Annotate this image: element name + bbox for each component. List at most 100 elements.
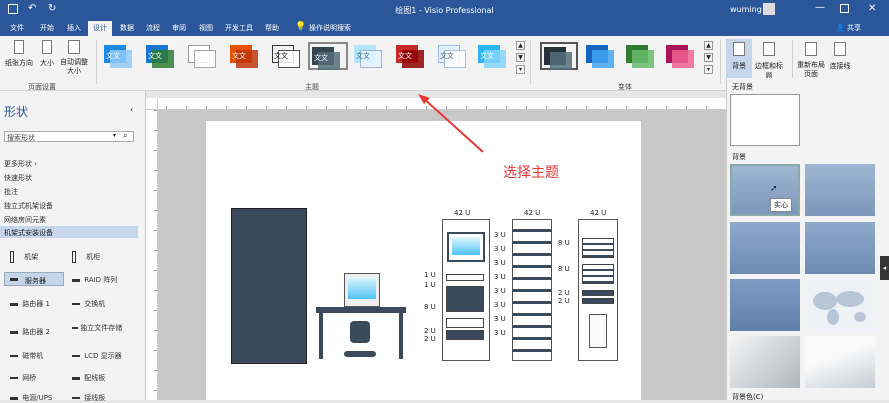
theme-thumb-1[interactable]: 文文 bbox=[102, 42, 134, 70]
shape-patch-panel[interactable]: 配线板 bbox=[72, 373, 105, 383]
search-icon[interactable]: ⌕ bbox=[123, 131, 127, 141]
tab-help[interactable]: 帮助 bbox=[265, 23, 279, 33]
variant-thumb-1[interactable] bbox=[540, 42, 578, 70]
tab-view[interactable]: 视图 bbox=[199, 23, 213, 33]
shape-tape[interactable]: 磁带机 bbox=[10, 351, 43, 361]
user-name[interactable]: wuming bbox=[730, 5, 762, 14]
annotation-text: 选择主题 bbox=[503, 165, 559, 181]
shape-cabinet[interactable]: 机柜 bbox=[72, 251, 100, 263]
theme-scroll-down-icon[interactable]: ▼ bbox=[516, 53, 525, 62]
shape-router1[interactable]: 路由器 1 bbox=[10, 299, 50, 309]
cabinet-shape[interactable] bbox=[231, 208, 307, 364]
close-icon[interactable]: ✕ bbox=[868, 3, 876, 14]
shape-search-input[interactable]: 搜索形状 ▾ ⌕ bbox=[4, 131, 134, 142]
theme-thumb-8[interactable]: 文文 bbox=[394, 42, 426, 70]
shape-raid[interactable]: RAID 阵列 bbox=[72, 275, 117, 285]
rack-2-label-3u-h: 3 U bbox=[494, 329, 506, 337]
tab-home[interactable]: 开始 bbox=[40, 23, 54, 33]
shape-nas[interactable]: 独立文件存储 bbox=[72, 323, 130, 333]
ribbon-tabs: 文件 开始 插入 设计 数据 流程 审阅 视图 开发工具 帮助 💡 操作说明搜索… bbox=[0, 20, 889, 36]
bg-world-map[interactable] bbox=[805, 279, 875, 331]
theme-more-icon[interactable]: ▾ bbox=[516, 65, 525, 74]
theme-thumb-4[interactable]: 文文 bbox=[228, 42, 260, 70]
rack-1-monitor bbox=[447, 232, 485, 262]
category-more-shapes[interactable]: 更多形状 › bbox=[4, 159, 37, 169]
raid-icon bbox=[72, 278, 80, 282]
variant-more-icon[interactable]: ▾ bbox=[704, 65, 713, 74]
bg-gradient-2[interactable] bbox=[805, 164, 875, 216]
tab-file[interactable]: 文件 bbox=[10, 23, 24, 33]
variant-thumb-4[interactable] bbox=[664, 42, 696, 70]
rack-3-label-2u-a: 2 U bbox=[558, 289, 570, 297]
theme-thumb-7[interactable]: 文文 bbox=[352, 42, 384, 70]
expand-panel-icon[interactable]: ◂ bbox=[880, 256, 889, 280]
shape-rack[interactable]: 机架 bbox=[10, 251, 38, 263]
bg-gradient-3[interactable] bbox=[730, 222, 800, 274]
tab-design[interactable]: 设计 bbox=[88, 21, 112, 36]
rack-1[interactable]: 42 U 1 U 1 U 8 U 2 U 2 U bbox=[424, 209, 502, 369]
autosize-button[interactable]: 自动调整大小 bbox=[60, 40, 88, 76]
category-freestanding-rack[interactable]: 独立式机架设备 bbox=[4, 201, 53, 211]
shape-lcd[interactable]: LCD 显示器 bbox=[72, 351, 122, 361]
borders-titles-button[interactable]: 边框和标题 bbox=[752, 39, 786, 81]
avatar[interactable] bbox=[763, 3, 775, 15]
tab-insert[interactable]: 插入 bbox=[67, 23, 81, 33]
connectors-button[interactable]: 连接线 bbox=[826, 39, 854, 71]
tab-review[interactable]: 审阅 bbox=[172, 23, 186, 33]
bg-flow[interactable] bbox=[805, 336, 875, 388]
orientation-button[interactable]: 纸张方向 bbox=[5, 40, 33, 68]
background-button[interactable]: 背景 bbox=[726, 39, 752, 79]
category-network-room[interactable]: 网络房间元素 bbox=[4, 215, 46, 225]
rack-2-top-label: 42 U bbox=[524, 209, 541, 217]
drawing-page[interactable]: 42 U 1 U 1 U 8 U 2 U 2 U 42 U 3 U 3 U 3 … bbox=[206, 121, 641, 400]
desk-leg-left bbox=[319, 313, 323, 359]
tell-me-search[interactable]: 操作说明搜索 bbox=[309, 23, 351, 33]
variant-scroll-down-icon[interactable]: ▼ bbox=[704, 53, 713, 62]
category-quick-shapes[interactable]: 快速形状 bbox=[4, 173, 32, 183]
connectors-label: 连接线 bbox=[829, 62, 851, 70]
tab-data[interactable]: 数据 bbox=[120, 23, 134, 33]
rack-3[interactable]: 42 U 8 U 8 U 2 U 2 U bbox=[558, 209, 632, 369]
shape-router2[interactable]: 路由器 2 bbox=[10, 327, 50, 337]
shape-bridge[interactable]: 网桥 bbox=[10, 373, 36, 383]
relayout-button[interactable]: 重新布局页面 bbox=[796, 39, 826, 79]
theme-thumb-6[interactable]: 文文 bbox=[308, 42, 348, 70]
shape-switch[interactable]: 交换机 bbox=[72, 299, 105, 309]
bg-technic[interactable] bbox=[730, 336, 800, 388]
shape-power-strip[interactable]: 接线板 bbox=[72, 393, 105, 403]
nas-icon bbox=[72, 327, 78, 329]
drawing-canvas[interactable]: 42 U 1 U 1 U 8 U 2 U 2 U 42 U 3 U 3 U 3 … bbox=[158, 110, 726, 400]
world-map-icon bbox=[813, 291, 866, 325]
theme-thumb-5[interactable]: 文文 bbox=[270, 42, 302, 70]
chair-seat bbox=[350, 321, 370, 343]
restore-icon[interactable] bbox=[840, 4, 849, 13]
workstation-monitor[interactable] bbox=[344, 273, 380, 307]
bg-gradient-4[interactable] bbox=[805, 222, 875, 274]
tab-process[interactable]: 流程 bbox=[146, 23, 160, 33]
size-button[interactable]: 大小 bbox=[36, 40, 58, 68]
collapse-panel-icon[interactable]: ‹ bbox=[130, 105, 133, 114]
chair-base bbox=[344, 351, 376, 357]
minimize-icon[interactable]: — bbox=[815, 2, 825, 13]
rack-3-tower bbox=[589, 314, 607, 348]
bg-none[interactable] bbox=[730, 94, 800, 146]
desk-shape[interactable] bbox=[316, 307, 406, 363]
theme-scroll-up-icon[interactable]: ▲ bbox=[516, 41, 525, 50]
tab-developer[interactable]: 开发工具 bbox=[225, 23, 253, 33]
theme-thumb-9[interactable]: 文文 bbox=[436, 42, 468, 70]
category-rack-mounted[interactable]: 机架式安装设备 bbox=[0, 226, 138, 238]
shape-server[interactable]: 服务器 bbox=[4, 272, 64, 286]
bg-gradient-5[interactable] bbox=[730, 279, 800, 331]
theme-thumb-3[interactable] bbox=[186, 42, 218, 70]
variant-scroll-up-icon[interactable]: ▲ bbox=[704, 41, 713, 50]
variant-thumb-3[interactable] bbox=[624, 42, 656, 70]
background-color-link[interactable]: 背景色(C) bbox=[732, 392, 763, 402]
shape-ups[interactable]: 电源/UPS bbox=[10, 393, 52, 403]
theme-thumb-10[interactable]: 文文 bbox=[476, 42, 508, 70]
search-dropdown-icon[interactable]: ▾ bbox=[113, 132, 116, 139]
theme-thumb-2[interactable]: 文文 bbox=[144, 42, 176, 70]
rack-2-label-3u-f: 3 U bbox=[494, 301, 506, 309]
share-icon[interactable]: 👤 共享 bbox=[836, 23, 861, 33]
category-callouts[interactable]: 批注 bbox=[4, 187, 18, 197]
variant-thumb-2[interactable] bbox=[584, 42, 616, 70]
